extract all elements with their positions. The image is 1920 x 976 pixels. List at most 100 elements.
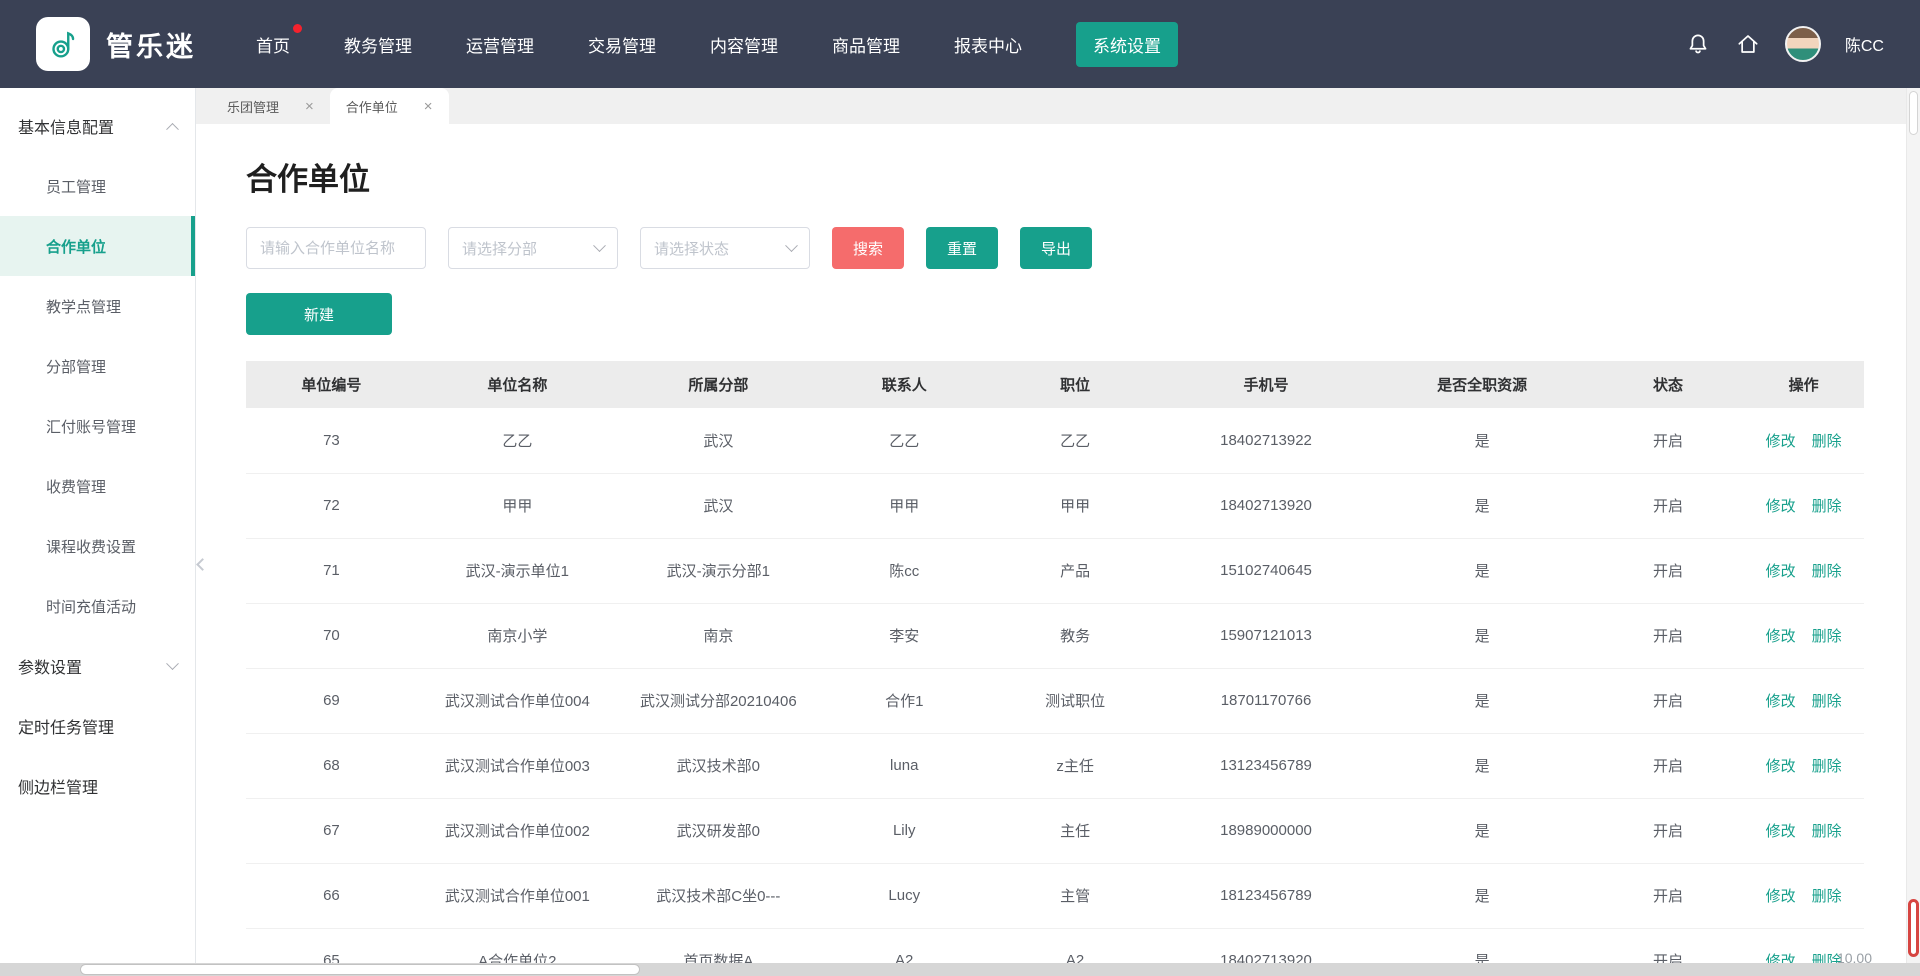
chevron-down-icon [593, 239, 606, 252]
search-button[interactable]: 搜索 [832, 227, 904, 269]
sidebar-item-收费管理[interactable]: 收费管理 [0, 456, 195, 516]
sidebar-item-分部管理[interactable]: 分部管理 [0, 336, 195, 396]
cell-contact: 合作1 [819, 668, 990, 733]
notification-bell-icon[interactable] [1685, 31, 1711, 57]
cell-branch: 武汉-演示分部1 [618, 538, 819, 603]
nav-item-运营管理[interactable]: 运营管理 [466, 32, 534, 57]
sidebar-item-侧边栏管理[interactable]: 侧边栏管理 [0, 756, 195, 816]
tab-乐团管理[interactable]: 乐团管理× [211, 88, 330, 124]
sidebar-collapse-handle[interactable] [195, 536, 209, 592]
chevron-up-icon [166, 122, 179, 135]
delete-link[interactable]: 删除 [1812, 430, 1842, 451]
cell-actions: 修改删除 [1743, 863, 1864, 928]
nav-item-交易管理[interactable]: 交易管理 [588, 32, 656, 57]
tab-close-icon[interactable]: × [305, 99, 314, 114]
unit-name-input[interactable] [246, 227, 426, 269]
tab-label: 合作单位 [346, 97, 398, 116]
sidebar-item-合作单位[interactable]: 合作单位 [0, 216, 195, 276]
cell-branch: 武汉 [618, 408, 819, 473]
cell-id: 72 [246, 473, 417, 538]
table-body: 73乙乙武汉乙乙乙乙18402713922是开启修改删除72甲甲武汉甲甲甲甲18… [246, 408, 1864, 976]
delete-link[interactable]: 删除 [1812, 690, 1842, 711]
sidebar-item-员工管理[interactable]: 员工管理 [0, 156, 195, 216]
nav-item-系统设置[interactable]: 系统设置 [1076, 22, 1178, 67]
status-select[interactable]: 请选择状态 [640, 227, 810, 269]
edit-link[interactable]: 修改 [1766, 430, 1796, 451]
sidebar-item-时间充值活动[interactable]: 时间充值活动 [0, 576, 195, 636]
cell-contact: Lily [819, 798, 990, 863]
cell-position: z主任 [990, 733, 1161, 798]
cell-id: 73 [246, 408, 417, 473]
edit-link[interactable]: 修改 [1766, 625, 1796, 646]
vertical-scrollbar[interactable] [1906, 88, 1920, 963]
sidebar-item-教学点管理[interactable]: 教学点管理 [0, 276, 195, 336]
cell-name: 甲甲 [417, 473, 618, 538]
sidebar-item-基本信息配置[interactable]: 基本信息配置 [0, 96, 195, 156]
cell-contact: 陈cc [819, 538, 990, 603]
cell-phone: 15102740645 [1161, 538, 1372, 603]
edit-link[interactable]: 修改 [1766, 495, 1796, 516]
delete-link[interactable]: 删除 [1812, 755, 1842, 776]
cell-position: 甲甲 [990, 473, 1161, 538]
cell-fulltime: 是 [1372, 798, 1593, 863]
table-row: 73乙乙武汉乙乙乙乙18402713922是开启修改删除 [246, 408, 1864, 473]
cell-id: 67 [246, 798, 417, 863]
reset-button[interactable]: 重置 [926, 227, 998, 269]
cell-actions: 修改删除 [1743, 798, 1864, 863]
horizontal-scrollbar[interactable] [0, 963, 1920, 976]
cell-status: 开启 [1593, 733, 1744, 798]
sidebar-item-参数设置[interactable]: 参数设置 [0, 636, 195, 696]
notification-dot [293, 24, 302, 33]
cell-fulltime: 是 [1372, 538, 1593, 603]
cell-actions: 修改删除 [1743, 733, 1864, 798]
sidebar-item-label: 员工管理 [46, 176, 106, 197]
cell-contact: 乙乙 [819, 408, 990, 473]
tab-close-icon[interactable]: × [424, 99, 433, 114]
home-icon[interactable] [1735, 31, 1761, 57]
cell-branch: 武汉研发部0 [618, 798, 819, 863]
sidebar-item-汇付账号管理[interactable]: 汇付账号管理 [0, 396, 195, 456]
delete-link[interactable]: 删除 [1812, 560, 1842, 581]
user-name[interactable]: 陈CC [1845, 32, 1884, 56]
cell-contact: 李安 [819, 603, 990, 668]
cell-actions: 修改删除 [1743, 538, 1864, 603]
column-header-联系人: 联系人 [819, 361, 990, 408]
edit-link[interactable]: 修改 [1766, 560, 1796, 581]
delete-link[interactable]: 删除 [1812, 495, 1842, 516]
delete-link[interactable]: 删除 [1812, 820, 1842, 841]
edit-link[interactable]: 修改 [1766, 690, 1796, 711]
export-button[interactable]: 导出 [1020, 227, 1092, 269]
cell-fulltime: 是 [1372, 733, 1593, 798]
cell-phone: 18402713922 [1161, 408, 1372, 473]
cell-contact: luna [819, 733, 990, 798]
user-avatar[interactable] [1785, 26, 1821, 62]
nav-item-教务管理[interactable]: 教务管理 [344, 32, 412, 57]
delete-link[interactable]: 删除 [1812, 885, 1842, 906]
sidebar-item-课程收费设置[interactable]: 课程收费设置 [0, 516, 195, 576]
nav-item-内容管理[interactable]: 内容管理 [710, 32, 778, 57]
nav-item-首页[interactable]: 首页 [256, 32, 290, 57]
column-header-单位编号: 单位编号 [246, 361, 417, 408]
branch-select[interactable]: 请选择分部 [448, 227, 618, 269]
cell-phone: 18989000000 [1161, 798, 1372, 863]
edit-link[interactable]: 修改 [1766, 755, 1796, 776]
table-header-row: 单位编号单位名称所属分部联系人职位手机号是否全职资源状态操作 [246, 361, 1864, 408]
delete-link[interactable]: 删除 [1812, 625, 1842, 646]
edit-link[interactable]: 修改 [1766, 820, 1796, 841]
cell-actions: 修改删除 [1743, 668, 1864, 733]
cell-name: 武汉-演示单位1 [417, 538, 618, 603]
table-row: 69武汉测试合作单位004武汉测试分部20210406合作1测试职位187011… [246, 668, 1864, 733]
edit-link[interactable]: 修改 [1766, 885, 1796, 906]
vertical-scrollbar-thumb[interactable] [1909, 91, 1918, 135]
cell-status: 开启 [1593, 408, 1744, 473]
cell-status: 开启 [1593, 473, 1744, 538]
horizontal-scrollbar-thumb[interactable] [80, 964, 640, 975]
navbar-right: 陈CC [1685, 26, 1884, 62]
sidebar-item-定时任务管理[interactable]: 定时任务管理 [0, 696, 195, 756]
nav-item-报表中心[interactable]: 报表中心 [954, 32, 1022, 57]
create-button[interactable]: 新建 [246, 293, 392, 335]
app-logo[interactable] [36, 17, 90, 71]
nav-item-商品管理[interactable]: 商品管理 [832, 32, 900, 57]
vertical-scrollbar-red-marker[interactable] [1908, 899, 1919, 957]
tab-合作单位[interactable]: 合作单位 × [330, 88, 449, 124]
